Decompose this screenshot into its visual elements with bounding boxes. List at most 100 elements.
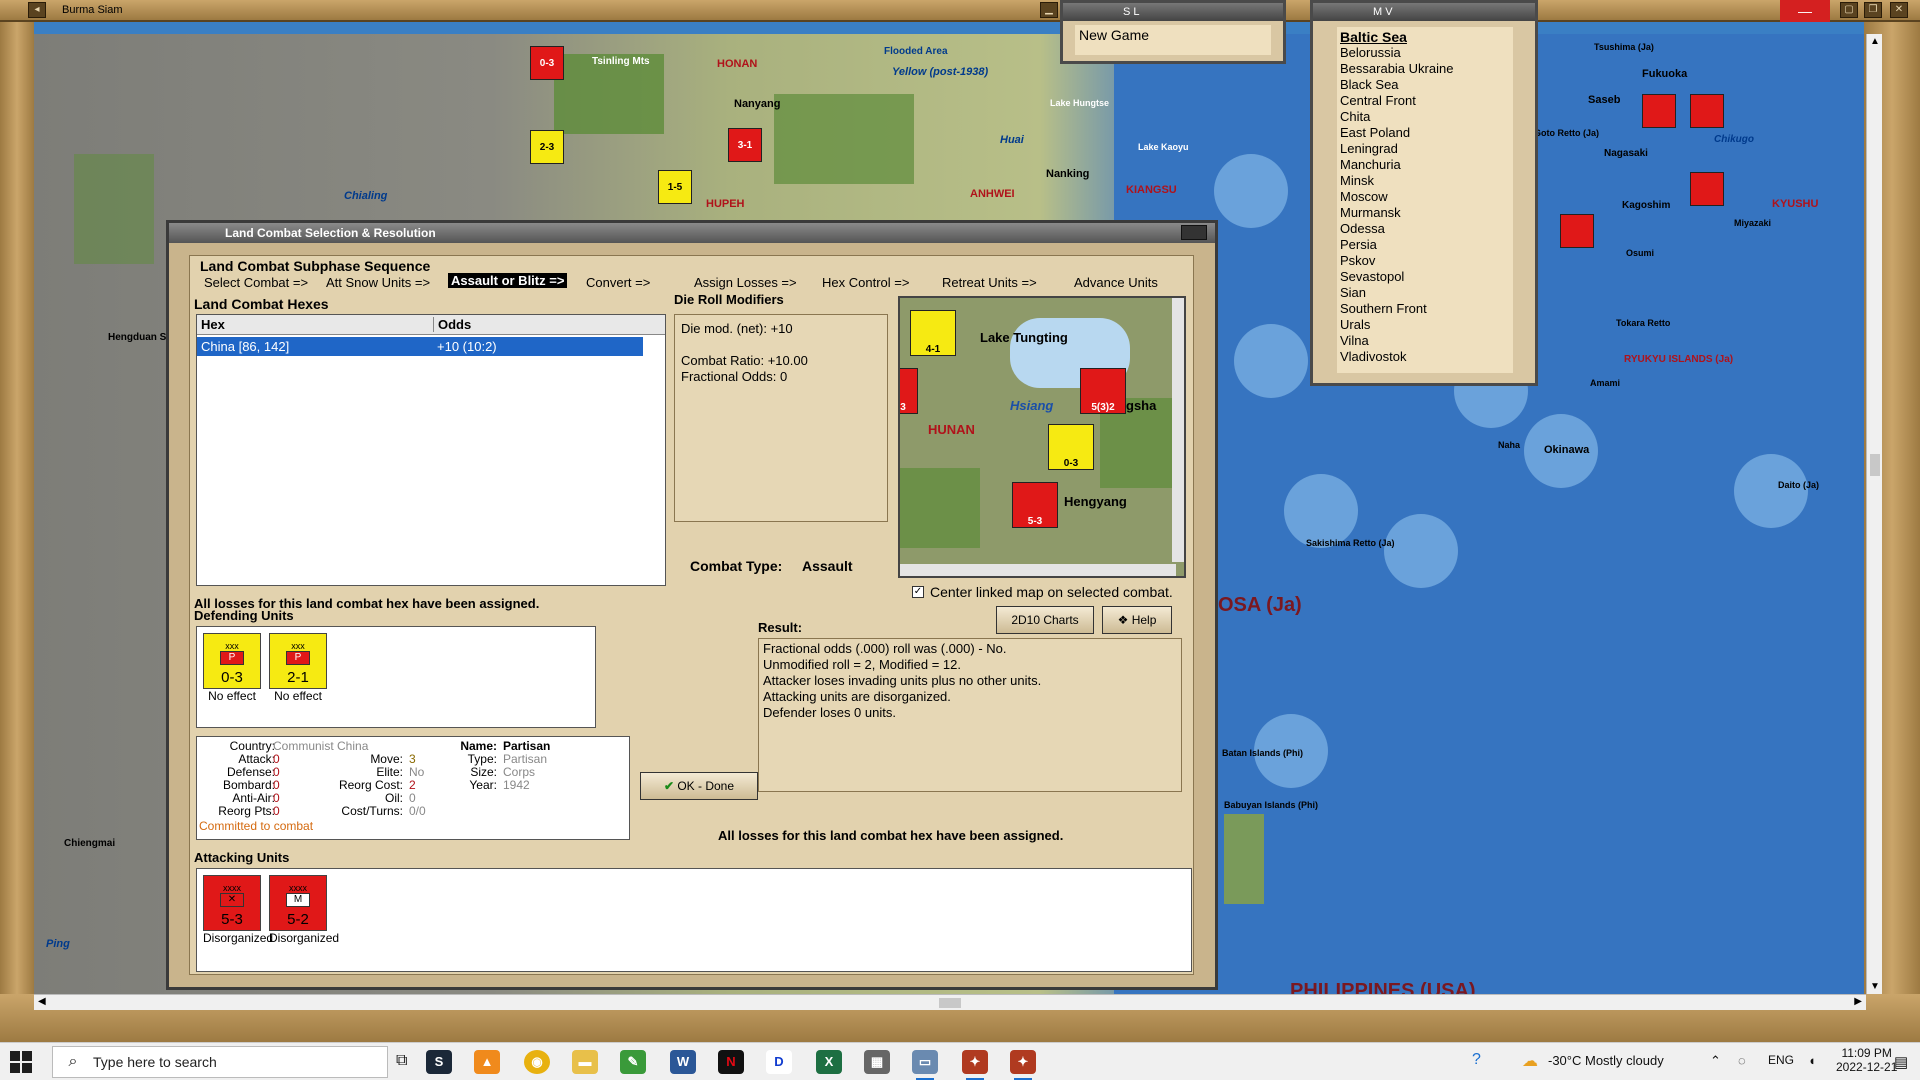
mini-map-hscroll[interactable]: [900, 564, 1176, 576]
unit-counter[interactable]: xxx P 2-1: [269, 633, 327, 689]
tray-chevron-icon[interactable]: ⌃: [1710, 1053, 1721, 1069]
mini-map-unit[interactable]: 5(3)2: [1080, 368, 1126, 414]
scroll-up-icon[interactable]: ▲: [1870, 36, 1880, 47]
mv-item[interactable]: Odessa: [1340, 221, 1510, 237]
language-indicator[interactable]: ENG: [1768, 1053, 1794, 1067]
chrome-icon[interactable]: ◉: [524, 1050, 550, 1074]
map-window-titlebar[interactable]: ◂ Burma Siam ▁ ▢ ❐ ✕: [0, 0, 1920, 22]
mv-item[interactable]: Urals: [1340, 317, 1510, 333]
excel-icon[interactable]: X: [816, 1050, 842, 1074]
red-close-icon[interactable]: —: [1780, 0, 1830, 22]
game-icon[interactable]: ✦: [1010, 1050, 1036, 1080]
network-icon[interactable]: ◌: [1738, 1053, 1746, 1068]
map-unit-counter[interactable]: [1690, 172, 1724, 206]
new-game-item[interactable]: New Game: [1075, 25, 1271, 55]
unit-counter[interactable]: xxxx M 5-2: [269, 875, 327, 931]
map-horizontal-scrollbar[interactable]: ◀ ▶: [34, 994, 1866, 1010]
mv-item[interactable]: Vladivostok: [1340, 349, 1510, 365]
column-header-odds[interactable]: Odds: [433, 317, 471, 332]
weather-text[interactable]: -30°C Mostly cloudy: [1548, 1053, 1664, 1068]
steam-icon[interactable]: S: [426, 1050, 452, 1074]
word-icon[interactable]: W: [670, 1050, 696, 1074]
mini-map-unit[interactable]: 5-3: [1012, 482, 1058, 528]
scroll-down-icon[interactable]: ▼: [1870, 981, 1880, 992]
column-header-hex[interactable]: Hex: [201, 317, 225, 332]
search-box[interactable]: ⌕ Type here to search: [52, 1046, 388, 1078]
mv-item[interactable]: Black Sea: [1340, 77, 1510, 93]
mini-map-unit[interactable]: 3: [900, 368, 918, 414]
center-linked-map-checkbox[interactable]: ✓ Center linked map on selected combat.: [912, 584, 1173, 600]
volume-icon[interactable]: ◖: [1808, 1053, 1816, 1068]
mv-item[interactable]: Leningrad: [1340, 141, 1510, 157]
mv-item[interactable]: Bessarabia Ukraine: [1340, 61, 1510, 77]
start-button[interactable]: [10, 1051, 32, 1073]
mv-item[interactable]: Persia: [1340, 237, 1510, 253]
mini-map-unit[interactable]: 0-3: [1048, 424, 1094, 470]
2d10-charts-button[interactable]: 2D10 Charts: [996, 606, 1094, 634]
dialog-close-button[interactable]: [1181, 225, 1207, 240]
mv-item[interactable]: Southern Front: [1340, 301, 1510, 317]
close-button[interactable]: ✕: [1890, 2, 1908, 18]
checkbox[interactable]: ✓: [912, 586, 924, 598]
calculator-icon[interactable]: ▦: [864, 1050, 890, 1074]
disney-plus-icon[interactable]: D: [766, 1050, 792, 1074]
dialog-titlebar[interactable]: Land Combat Selection & Resolution: [169, 223, 1215, 243]
mv-item[interactable]: Minsk: [1340, 173, 1510, 189]
notifications-icon[interactable]: ▤: [1894, 1053, 1908, 1071]
map-unit-counter[interactable]: [1690, 94, 1724, 128]
scrollbar-thumb[interactable]: [939, 998, 961, 1008]
defender-unit[interactable]: xxx P 2-1 No effect: [269, 633, 327, 703]
mv-item[interactable]: East Poland: [1340, 125, 1510, 141]
mv-item[interactable]: Central Front: [1340, 93, 1510, 109]
mv-item[interactable]: Vilna: [1340, 333, 1510, 349]
task-view-icon[interactable]: ⧉: [396, 1052, 407, 1070]
netflix-icon[interactable]: N: [718, 1050, 744, 1074]
scroll-left-icon[interactable]: ◀: [38, 996, 46, 1007]
app-window-icon[interactable]: ▭: [912, 1050, 938, 1080]
combat-hexes-table[interactable]: Hex Odds China [86, 142] +10 (10:2): [196, 314, 666, 586]
map-unit-counter[interactable]: [1560, 214, 1594, 248]
mv-panel-title[interactable]: M V: [1313, 3, 1535, 21]
mini-map-unit[interactable]: 4-1: [910, 310, 956, 356]
window-menu-button[interactable]: ◂: [28, 2, 46, 18]
help-tray-icon[interactable]: ?: [1472, 1051, 1481, 1069]
sl-panel-title[interactable]: S L: [1063, 3, 1283, 21]
linked-mini-map[interactable]: Lake Tungting Hsiang HUNAN gsha Hengyang…: [898, 296, 1186, 578]
mv-item[interactable]: Manchuria: [1340, 157, 1510, 173]
map-view-list[interactable]: Baltic Sea Belorussia Bessarabia Ukraine…: [1337, 27, 1513, 373]
weather-icon[interactable]: ☁: [1522, 1051, 1538, 1071]
mini-map-vscroll[interactable]: [1172, 298, 1184, 562]
attacker-unit[interactable]: xxxx ✕ 5-3 Disorganized: [203, 875, 273, 945]
minimize-button[interactable]: ▁: [1040, 2, 1058, 18]
map-unit-counter[interactable]: [1642, 94, 1676, 128]
maximize-button[interactable]: ▢: [1840, 2, 1858, 18]
unit-counter[interactable]: xxx P 0-3: [203, 633, 261, 689]
mv-item[interactable]: Sevastopol: [1340, 269, 1510, 285]
vlc-icon[interactable]: ▲: [474, 1050, 500, 1074]
scroll-right-icon[interactable]: ▶: [1854, 996, 1862, 1007]
map-unit-counter[interactable]: 3-1: [728, 128, 762, 162]
map-unit-counter[interactable]: 0-3: [530, 46, 564, 80]
table-row[interactable]: China [86, 142] +10 (10:2): [197, 337, 643, 356]
map-vertical-scrollbar[interactable]: ▲ ▼: [1866, 34, 1882, 994]
clock[interactable]: 11:09 PM 2022-12-21: [1836, 1046, 1897, 1074]
map-unit-counter[interactable]: 1-5: [658, 170, 692, 204]
mv-item[interactable]: Sian: [1340, 285, 1510, 301]
ok-done-button[interactable]: ✔ OK - Done: [640, 772, 758, 800]
mv-item-heading[interactable]: Baltic Sea: [1340, 29, 1510, 45]
file-explorer-icon[interactable]: ▬: [572, 1050, 598, 1074]
mv-item[interactable]: Murmansk: [1340, 205, 1510, 221]
restore-button[interactable]: ❐: [1864, 2, 1882, 18]
map-unit-counter[interactable]: 2-3: [530, 130, 564, 164]
defender-unit[interactable]: xxx P 0-3 No effect: [203, 633, 261, 703]
scrollbar-thumb[interactable]: [1870, 454, 1880, 476]
mv-item[interactable]: Belorussia: [1340, 45, 1510, 61]
mv-item[interactable]: Pskov: [1340, 253, 1510, 269]
attacker-unit[interactable]: xxxx M 5-2 Disorganized: [269, 875, 339, 945]
help-button[interactable]: ❖ Help: [1102, 606, 1172, 634]
game-icon[interactable]: ✦: [962, 1050, 988, 1080]
notepad-icon[interactable]: ✎: [620, 1050, 646, 1074]
mv-item[interactable]: Moscow: [1340, 189, 1510, 205]
unit-counter[interactable]: xxxx ✕ 5-3: [203, 875, 261, 931]
mv-item[interactable]: Chita: [1340, 109, 1510, 125]
